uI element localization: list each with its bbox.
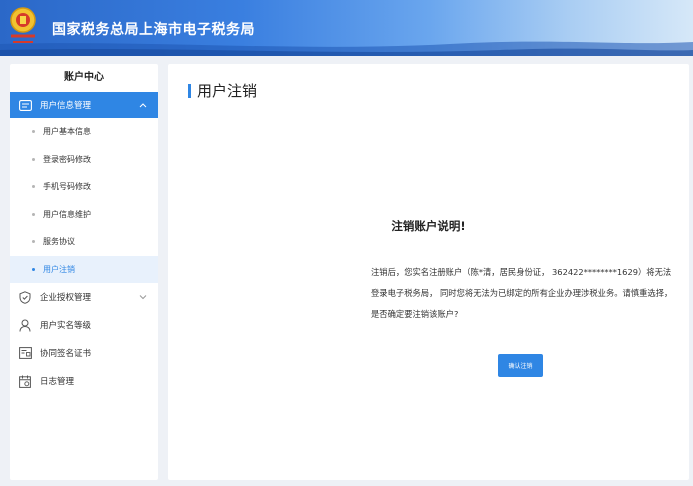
sidebar-group-enterprise-auth[interactable]: 企业授权管理 bbox=[10, 283, 158, 311]
sidebar-group-label: 用户实名等级 bbox=[40, 321, 92, 331]
sidebar-item-label: 用户信息维护 bbox=[43, 209, 91, 219]
sidebar-group-user-info[interactable]: 用户信息管理 bbox=[10, 92, 158, 118]
bullet-dot-icon bbox=[32, 157, 35, 161]
bullet-dot-icon bbox=[32, 240, 35, 244]
sidebar-item-maintenance[interactable]: 用户信息维护 bbox=[10, 201, 158, 229]
sidebar-item-password[interactable]: 登录密码修改 bbox=[10, 146, 158, 174]
sidebar-group-label: 日志管理 bbox=[40, 377, 75, 387]
bullet-dot-icon bbox=[32, 130, 35, 134]
sidebar-group-label: 协同签名证书 bbox=[40, 349, 92, 359]
certificate-icon bbox=[18, 346, 32, 360]
bullet-dot-icon bbox=[32, 212, 35, 216]
site-title: 国家税务总局上海市电子税务局 bbox=[52, 22, 255, 38]
calendar-log-icon bbox=[18, 374, 32, 388]
sidebar-title: 账户中心 bbox=[64, 72, 104, 83]
confirm-deregister-button[interactable]: 确认注销 bbox=[498, 354, 543, 377]
sidebar-item-basic-info[interactable]: 用户基本信息 bbox=[10, 118, 158, 146]
account-sidebar: 账户中心 用户信息管理 用户基本信息 登录密码修改 手机号码修改 用户信息维护 … bbox=[10, 64, 158, 480]
sidebar-group-label: 企业授权管理 bbox=[40, 293, 92, 303]
sidebar-item-label: 用户基本信息 bbox=[43, 127, 91, 137]
bullet-dot-icon bbox=[32, 185, 35, 189]
page-title: 用户注销 bbox=[188, 80, 257, 101]
user-icon bbox=[18, 318, 32, 332]
sidebar-item-deregister[interactable]: 用户注销 bbox=[10, 255, 158, 283]
bullet-dot-icon bbox=[32, 267, 35, 271]
sidebar-item-phone[interactable]: 手机号码修改 bbox=[10, 173, 158, 201]
sidebar-item-label: 服务协议 bbox=[43, 237, 75, 247]
user-card-icon bbox=[18, 98, 32, 112]
sidebar-group-label: 用户信息管理 bbox=[40, 101, 92, 111]
main-panel: 用户注销 注销账户说明! 注销后，您实名注册账户（陈*清，居民身份证， 3624… bbox=[168, 64, 689, 480]
sidebar-item-agreement[interactable]: 服务协议 bbox=[10, 228, 158, 256]
chevron-up-icon bbox=[138, 100, 148, 110]
sidebar-item-label: 用户注销 bbox=[43, 264, 75, 274]
notice-title: 注销账户说明! bbox=[391, 219, 466, 233]
sidebar-group-certificate[interactable]: 协同签名证书 bbox=[10, 339, 158, 367]
chevron-down-icon bbox=[138, 292, 148, 302]
sidebar-item-label: 登录密码修改 bbox=[43, 154, 91, 164]
shield-check-icon bbox=[18, 290, 32, 304]
sidebar-group-real-name-level[interactable]: 用户实名等级 bbox=[10, 311, 158, 339]
tax-emblem-icon bbox=[10, 7, 36, 43]
title-accent-bar bbox=[188, 83, 191, 98]
sidebar-item-label: 手机号码修改 bbox=[43, 182, 91, 192]
sidebar-group-logs[interactable]: 日志管理 bbox=[10, 367, 158, 395]
page-title-text: 用户注销 bbox=[197, 82, 258, 100]
notice-text: 注销后，您实名注册账户（陈*清，居民身份证， 362422********162… bbox=[371, 267, 673, 319]
top-header: 国家税务总局上海市电子税务局 bbox=[0, 0, 693, 56]
